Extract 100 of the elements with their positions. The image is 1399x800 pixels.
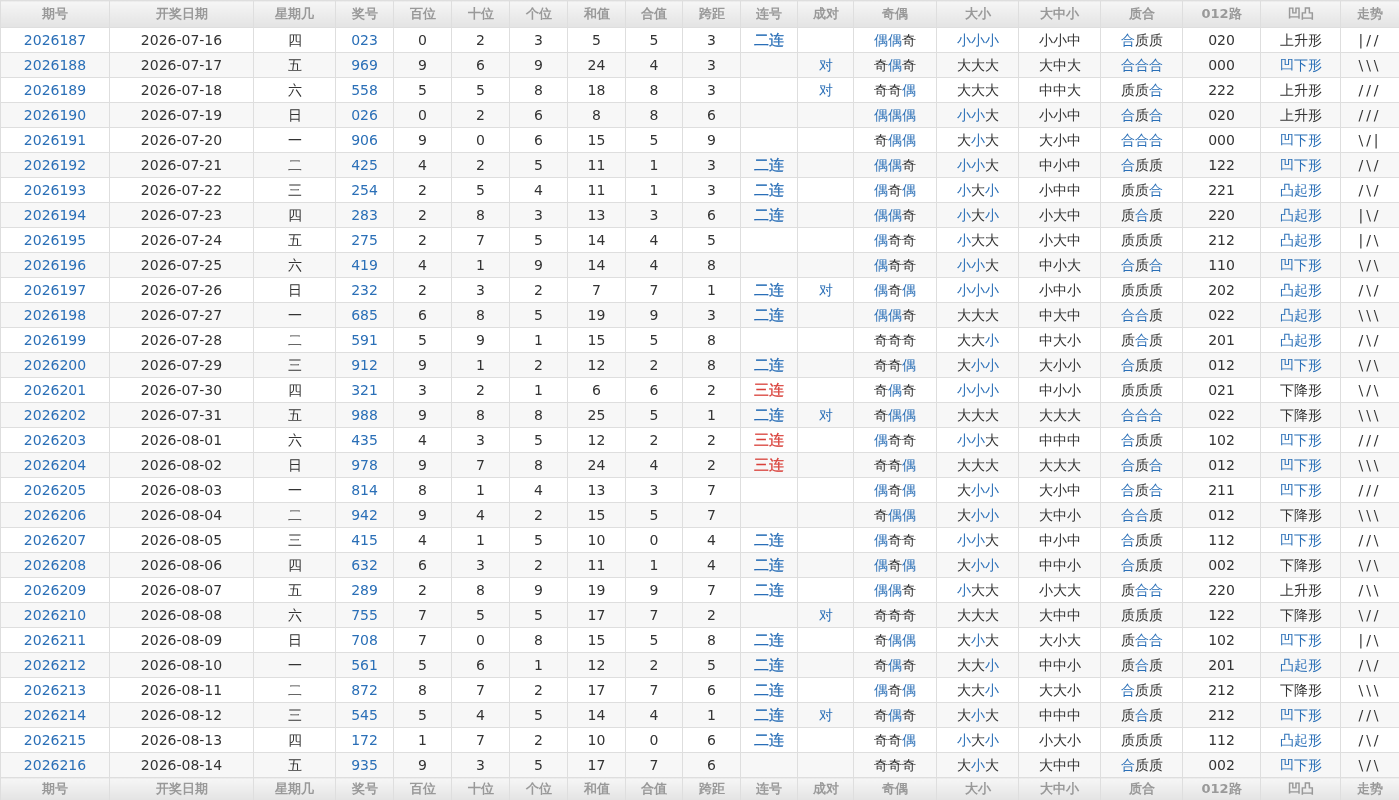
column-header: 奖号 xyxy=(335,0,394,28)
table-cell: 小中小 xyxy=(1018,277,1101,303)
table-cell: 凸起形 xyxy=(1260,277,1341,303)
table-cell: 二 xyxy=(253,327,336,353)
table-cell: 大小大 xyxy=(936,627,1019,653)
table-cell: 1 xyxy=(509,377,568,403)
table-cell: 110 xyxy=(1182,252,1261,278)
table-cell: 8 xyxy=(509,627,568,653)
table-cell: 凹下形 xyxy=(1260,702,1341,728)
table-cell: 下降形 xyxy=(1260,402,1341,428)
table-cell: 102 xyxy=(1182,427,1261,453)
table-cell: 5 xyxy=(509,527,568,553)
table-cell: 中中小 xyxy=(1018,652,1101,678)
table-cell: 2 xyxy=(625,427,683,453)
table-cell: 五 xyxy=(253,577,336,603)
table-cell: 5 xyxy=(567,27,626,53)
table-cell: 000 xyxy=(1182,127,1261,153)
table-cell: 小小小 xyxy=(936,277,1019,303)
table-cell: 8 xyxy=(682,327,741,353)
table-cell: 8 xyxy=(682,627,741,653)
column-header: 012路 xyxy=(1182,0,1261,28)
table-cell: 日 xyxy=(253,277,336,303)
table-cell: 二 xyxy=(253,502,336,528)
table-cell: 合合质 xyxy=(1100,502,1183,528)
table-cell: 下降形 xyxy=(1260,552,1341,578)
table-cell: 偶奇偶 xyxy=(853,177,937,203)
table-cell: 9 xyxy=(509,577,568,603)
table-cell: 7 xyxy=(625,277,683,303)
table-cell: 221 xyxy=(1182,177,1261,203)
table-cell: 19 xyxy=(567,577,626,603)
table-cell: 二连 xyxy=(754,305,784,324)
table-cell: 2 xyxy=(509,677,568,703)
table-cell: 102 xyxy=(1182,627,1261,653)
table-cell: 小小大 xyxy=(936,527,1019,553)
table-cell: 合合合 xyxy=(1100,402,1183,428)
table-cell: 2026-08-07 xyxy=(109,577,254,603)
table-cell: 合质质 xyxy=(1100,152,1183,178)
table-cell: 凸起形 xyxy=(1260,302,1341,328)
table-cell: 小小小 xyxy=(936,377,1019,403)
table-cell: 大大大 xyxy=(1018,452,1101,478)
table-cell: 六 xyxy=(253,77,336,103)
table-cell: 大大大 xyxy=(936,77,1019,103)
table-cell: 日 xyxy=(253,102,336,128)
table-cell: 凹下形 xyxy=(1260,52,1341,78)
table-cell: 凹下形 xyxy=(1260,252,1341,278)
table-cell: 三连 xyxy=(754,455,784,474)
table-cell: 大小大 xyxy=(936,127,1019,153)
table-cell: 奇奇奇 xyxy=(853,327,937,353)
table-cell: 2026-08-08 xyxy=(109,602,254,628)
table-cell: 9 xyxy=(393,127,452,153)
table-cell: 5 xyxy=(625,627,683,653)
table-cell: 大小大 xyxy=(936,752,1019,778)
table-cell: 6 xyxy=(682,727,741,753)
table-cell: 日 xyxy=(253,627,336,653)
table-cell: 2026-07-26 xyxy=(109,277,254,303)
table-cell: 2026-07-20 xyxy=(109,127,254,153)
table-cell: 凹下形 xyxy=(1260,627,1341,653)
table-cell: 小小大 xyxy=(936,252,1019,278)
table-cell: 3 xyxy=(682,27,741,53)
column-header: 合值 xyxy=(625,0,683,28)
table-cell: 中小小 xyxy=(1018,377,1101,403)
table-cell: 2 xyxy=(393,177,452,203)
table-cell: 2026-07-28 xyxy=(109,327,254,353)
table-cell: 2026-08-12 xyxy=(109,702,254,728)
table-cell: 一 xyxy=(253,302,336,328)
table-cell: 2 xyxy=(509,727,568,753)
column-header: 个位 xyxy=(509,0,568,28)
table-cell: 四 xyxy=(253,27,336,53)
table-cell: 小大中 xyxy=(1018,227,1101,253)
column-header: 凹凸 xyxy=(1260,0,1341,28)
winning-number: 814 xyxy=(335,477,394,503)
table-cell: 13 xyxy=(567,477,626,503)
table-cell: 质合质 xyxy=(1100,202,1183,228)
table-cell: 小大小 xyxy=(936,177,1019,203)
table-cell: 凸起形 xyxy=(1260,227,1341,253)
table-cell: 一 xyxy=(253,652,336,678)
table-cell: 奇偶奇 xyxy=(853,377,937,403)
table-cell: 5 xyxy=(625,127,683,153)
table-cell: 合质质 xyxy=(1100,427,1183,453)
column-header: 成对 xyxy=(797,0,854,28)
table-cell: 122 xyxy=(1182,602,1261,628)
table-cell: 上升形 xyxy=(1260,27,1341,53)
table-cell: 3 xyxy=(393,377,452,403)
table-cell: 偶偶奇 xyxy=(853,202,937,228)
table-cell: 7 xyxy=(625,677,683,703)
table-cell: 7 xyxy=(451,227,510,253)
column-header: 连号 xyxy=(740,0,798,28)
table-cell: 五 xyxy=(253,402,336,428)
table-cell: 二连 xyxy=(754,530,784,549)
table-cell: 质质质 xyxy=(1100,277,1183,303)
table-cell: 2026-08-11 xyxy=(109,677,254,703)
table-cell: 五 xyxy=(253,227,336,253)
winning-number: 435 xyxy=(335,427,394,453)
table-cell: 下降形 xyxy=(1260,502,1341,528)
table-cell: 中中中 xyxy=(1018,702,1101,728)
table-cell: 四 xyxy=(253,202,336,228)
table-cell: 7 xyxy=(682,577,741,603)
table-cell: 2026-08-06 xyxy=(109,552,254,578)
table-cell: 偶奇偶 xyxy=(853,677,937,703)
table-cell: 凹下形 xyxy=(1260,527,1341,553)
